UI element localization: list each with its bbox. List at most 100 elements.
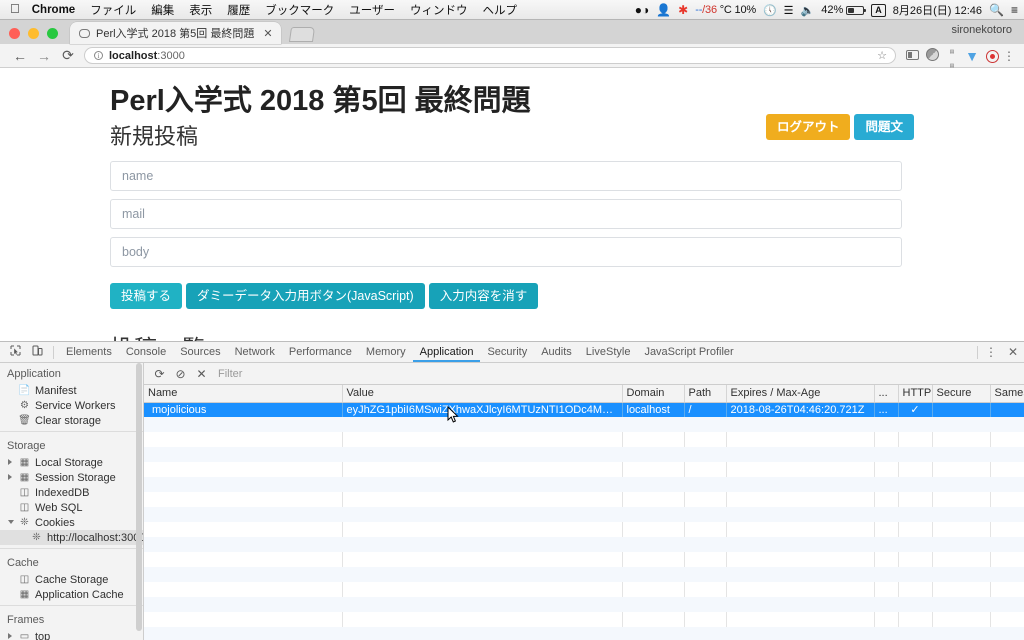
cookie-row[interactable]: mojolicious eyJhZG1pbiI6MSwiZXhwaXJlcyI6… [144,402,1024,417]
battery-indicator[interactable]: 42% [821,4,867,16]
sidebar-item-application-cache[interactable]: ▦ Application Cache [0,587,143,602]
menu-view[interactable]: 表示 [189,2,212,18]
extension-shield-icon[interactable]: ▼ [962,48,982,64]
sidebar-label: Session Storage [35,471,116,484]
column-header-http[interactable]: HTTP [898,385,933,403]
menu-file[interactable]: ファイル [90,2,136,18]
sidebar-item-local-storage[interactable]: ▦ Local Storage [0,455,143,470]
name-input[interactable]: name [110,161,902,191]
devtools-tab-console[interactable]: Console [119,342,173,362]
maximize-window-button[interactable] [47,28,58,39]
profile-name[interactable]: sironekotoro [951,24,1012,36]
search-icon[interactable]: 🔍 [989,3,1004,17]
mail-input[interactable]: mail [110,199,902,229]
body-input[interactable]: body [110,237,902,267]
weather-temperature[interactable]: --/36 °C 10% [695,4,756,16]
sidebar-label: Cache Storage [35,573,109,586]
sidebar-item-web-sql[interactable]: ◫ Web SQL [0,500,143,515]
extension-globe-icon[interactable] [922,47,942,64]
column-header-samesite[interactable]: SameSite [990,385,1024,403]
extension-text-icon[interactable]: ▤ ▤ [942,42,962,70]
clear-all-cookies-icon[interactable]: ⊘ [170,367,191,381]
user-icon[interactable]: 👤 [656,3,671,17]
wifi-icon[interactable]: ☰ [784,4,794,17]
column-header-domain[interactable]: Domain [622,385,685,403]
menu-help[interactable]: ヘルプ [482,2,517,18]
devtools-tab-application[interactable]: Application [413,342,481,362]
sidebar-item-session-storage[interactable]: ▦ Session Storage [0,470,143,485]
devtools-tab-javascript-profiler[interactable]: JavaScript Profiler [637,342,740,362]
minimize-window-button[interactable] [28,28,39,39]
submit-post-button[interactable]: 投稿する [110,283,183,309]
logout-button[interactable]: ログアウト [765,114,851,140]
menu-chrome[interactable]: Chrome [32,4,75,16]
sidebar-item-top-frame[interactable]: ▭ top [0,629,143,640]
chevron-right-icon[interactable] [8,474,12,480]
sidebar-item-localhost-cookies[interactable]: ❊ http://localhost:3000 [0,530,143,545]
delete-cookie-icon[interactable]: ✕ [191,367,212,381]
menu-history[interactable]: 履歴 [227,2,250,18]
sidebar-item-indexeddb[interactable]: ◫ IndexedDB [0,485,143,500]
devtools-close-icon[interactable]: ✕ [1006,345,1020,359]
devtools-tab-elements[interactable]: Elements [59,342,119,362]
url-host: localhost [109,49,158,62]
sidebar-scrollbar[interactable] [136,363,142,631]
tab-close-icon[interactable]: ✕ [263,27,272,40]
chevron-down-icon[interactable] [8,520,14,524]
column-header-name[interactable]: Name [144,385,343,403]
sun-icon[interactable]: ✱ [678,3,688,17]
address-bar[interactable]: i localhost :3000 ☆ [84,47,896,64]
column-header-path[interactable]: Path [684,385,727,403]
back-button[interactable]: ← [8,48,32,64]
column-header-secure[interactable]: Secure [932,385,991,403]
volume-icon[interactable]: 🔈 [801,4,815,17]
new-tab-button[interactable] [288,27,315,42]
input-source-icon[interactable]: A [871,3,886,17]
column-header-expires[interactable]: Expires / Max-Age [726,385,875,403]
clock-icon[interactable]: 🕔 [763,4,777,17]
problem-statement-button[interactable]: 問題文 [854,114,914,140]
devtools-tab-performance[interactable]: Performance [282,342,359,362]
devtools-tab-audits[interactable]: Audits [534,342,579,362]
devtools-tab-security[interactable]: Security [480,342,534,362]
sidebar-item-cache-storage[interactable]: ◫ Cache Storage [0,572,143,587]
devtools-tab-memory[interactable]: Memory [359,342,413,362]
menu-edit[interactable]: 編集 [151,2,174,18]
dropbox-icon[interactable]: ●◑ [635,3,650,17]
clear-input-button[interactable]: 入力内容を消す [428,283,539,309]
refresh-icon[interactable]: ⟳ [149,367,170,381]
menu-window[interactable]: ウィンドウ [410,2,468,18]
reload-button[interactable]: ⟳ [56,47,80,64]
sidebar-divider [0,431,143,432]
close-window-button[interactable] [9,28,20,39]
devtools-tab-network[interactable]: Network [228,342,282,362]
devtools-tab-sources[interactable]: Sources [173,342,227,362]
site-info-icon[interactable]: i [94,51,103,60]
cookie-value: eyJhZG1pbiI6MSwiZXhwaXJlcyI6MTUzNTI1ODc4… [342,402,623,417]
inspect-element-icon[interactable] [4,345,26,359]
sidebar-item-manifest[interactable]: 📄 Manifest [0,383,143,398]
browser-tab[interactable]: Perl入学式 2018 第5回 最終問題 ✕ [70,22,281,44]
devtools-tab-livestyle[interactable]: LiveStyle [579,342,638,362]
sidebar-item-clear-storage[interactable]: 🗑 Clear storage [0,413,143,428]
sidebar-item-service-workers[interactable]: ⚙ Service Workers [0,398,143,413]
extension-record-icon[interactable] [982,48,1002,63]
chevron-right-icon[interactable] [8,459,12,465]
dummy-data-button[interactable]: ダミーデータ入力用ボタン(JavaScript) [186,283,425,309]
menu-user[interactable]: ユーザー [349,2,395,18]
devtools-more-icon[interactable]: ⋮ [984,345,998,359]
column-header-size[interactable]: ... [874,385,899,403]
extension-reader-icon[interactable] [902,49,922,63]
forward-button[interactable]: → [32,48,56,64]
filter-input[interactable]: Filter [218,366,1024,382]
notification-center-icon[interactable]: ≡ [1011,3,1018,17]
device-toolbar-icon[interactable] [26,345,48,359]
apple-logo-icon[interactable]:  [10,2,20,15]
bookmark-star-icon[interactable]: ☆ [877,49,887,62]
sidebar-item-cookies[interactable]: ❊ Cookies [0,515,143,530]
menubar-datetime[interactable]: 8月26日(日) 12:46 [893,2,982,18]
column-header-value[interactable]: Value [342,385,623,403]
menu-bookmarks[interactable]: ブックマーク [265,2,334,18]
chevron-right-icon[interactable] [8,633,12,639]
chrome-menu-icon[interactable]: ⋮ [1002,49,1016,63]
